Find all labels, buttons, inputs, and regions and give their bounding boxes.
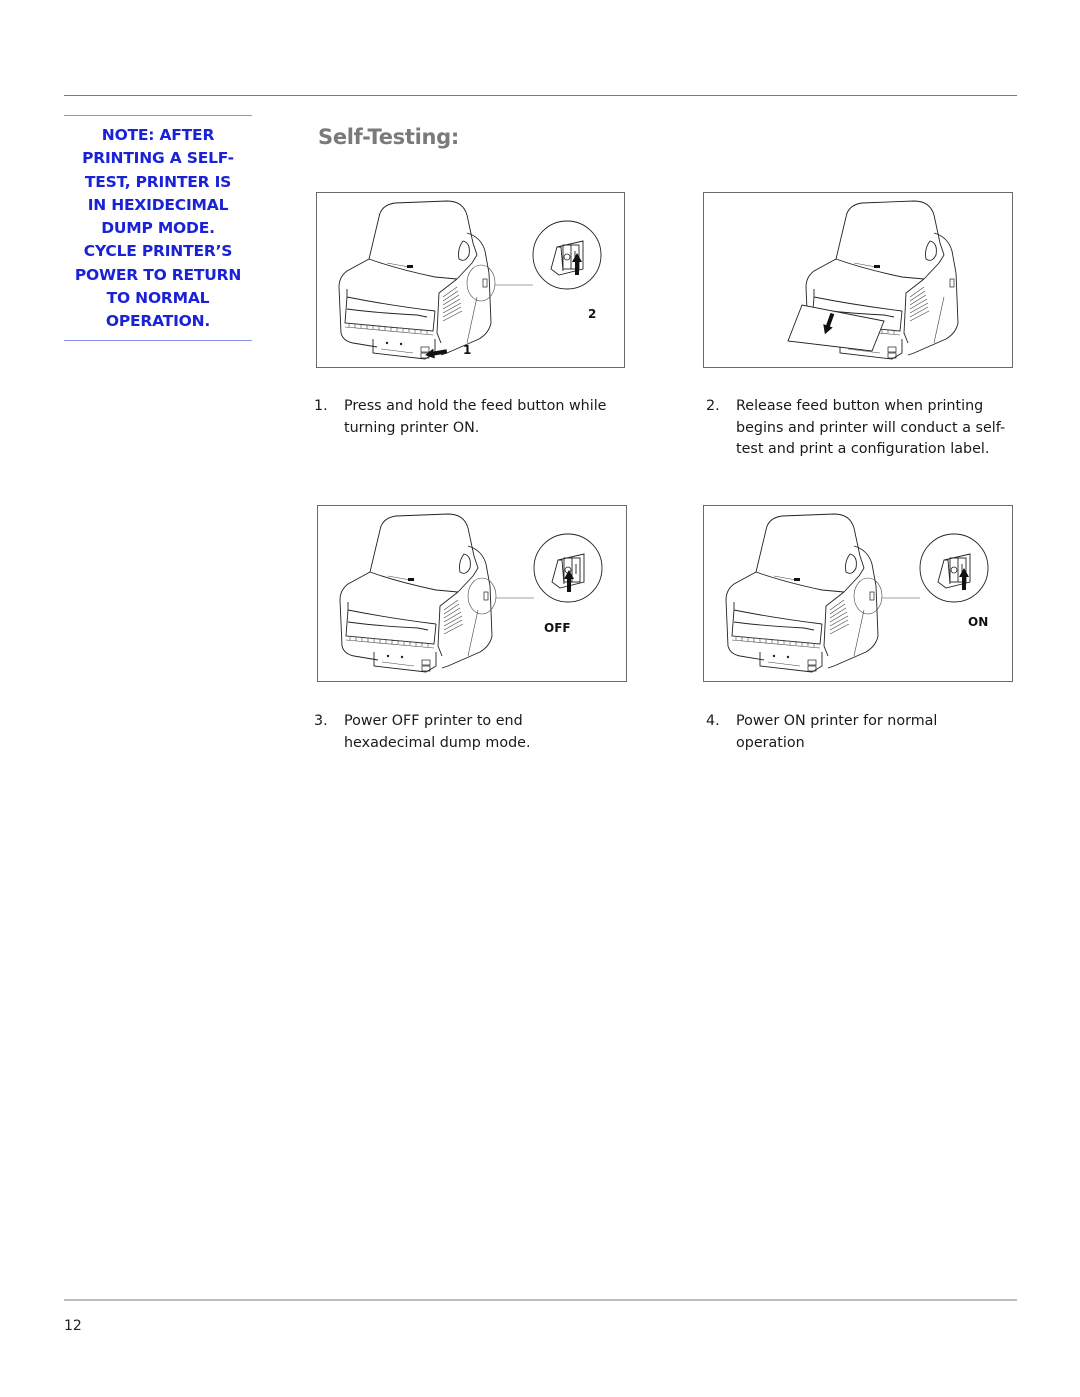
note-line: NOTE: AFTER [101,126,215,144]
note-line: CYCLE PRINTER’S [83,242,233,261]
step-1: 1. Press and hold the feed button while … [314,396,634,444]
note-line: IN HEXIDECIMAL [87,195,229,214]
step-3: 3. Power OFF printer to end hexadecimal … [314,711,634,759]
step-4: 4. Power ON printer for normal operation [706,711,1026,759]
printer-icon [725,513,879,673]
power-switch-icon [532,220,602,290]
callout-label: 2 [588,307,596,321]
figure-release-feed [703,192,1013,368]
step-text: Press and hold the feed button while tur… [344,396,606,439]
switch-state-label: OFF [544,621,571,635]
header-rule [64,95,1017,96]
step-line: Release feed button when printing [736,398,984,414]
figure-power-off: OFF [317,505,627,682]
step-number: 1. [314,398,328,414]
note-line: POWER TO RETURN [74,265,242,284]
step-number: 3. [314,713,328,729]
step-line: test and print a configuration label. [736,441,990,457]
callout-label: 1 [463,343,471,357]
printed-label-icon [787,304,885,352]
printer-icon [338,200,492,360]
note-line: TO NORMAL [106,289,210,308]
zoom-indicator-circle [853,577,883,615]
step-line: operation [736,734,805,751]
note-text: NOTE: AFTER PRINTING A SELF- TEST, PRINT… [64,124,252,334]
note-line: DUMP MODE. [101,219,215,238]
step-text: Release feed button when printing begins… [736,396,1005,461]
zoom-indicator-circle [467,577,497,615]
step-line: Power ON printer for normal [736,713,938,729]
step-2: 2. Release feed button when printing beg… [706,396,1026,462]
note-line: OPERATION. [105,312,211,331]
note-line: TEST, PRINTER IS [84,172,232,191]
step-text: Power OFF printer to end hexadecimal dum… [344,711,531,754]
power-switch-icon [919,533,989,603]
step-line: turning printer ON. [344,419,480,436]
step-line: Press and hold the feed button while [344,398,607,414]
sidebar-note: NOTE: AFTER PRINTING A SELF- TEST, PRINT… [64,115,252,341]
zoom-indicator-circle [466,264,496,302]
figure-power-on: ON [703,505,1013,682]
step-line: Power OFF printer to end [344,713,523,729]
note-line: PRINTING A SELF- [82,149,234,168]
page-number: 12 [64,1318,82,1334]
figure-press-feed-power-on: 2 1 [316,192,625,368]
footer-rule [64,1299,1017,1301]
step-line: begins and printer will conduct a self- [736,419,1006,436]
page-title: Self-Testing: [318,125,459,149]
step-number: 4. [706,713,720,729]
step-line: hexadecimal dump mode. [344,734,531,751]
step-text: Power ON printer for normal operation [736,711,937,754]
step-number: 2. [706,398,720,414]
switch-state-label: ON [968,615,988,629]
printer-icon [339,513,493,673]
